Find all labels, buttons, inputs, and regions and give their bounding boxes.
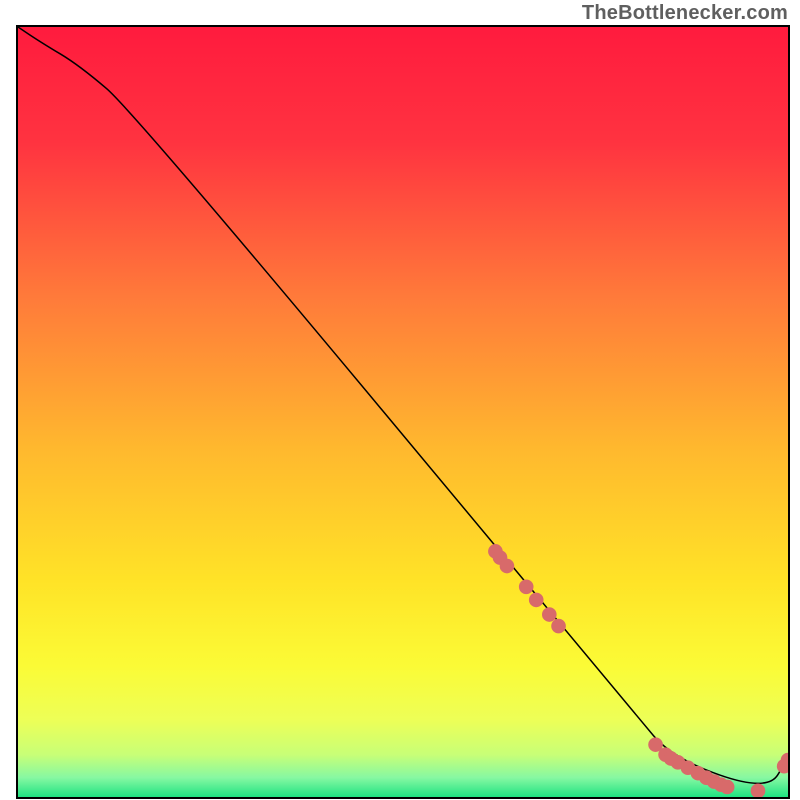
gradient-rect <box>18 27 788 797</box>
data-point <box>500 559 515 574</box>
data-point <box>529 593 544 608</box>
data-point <box>551 619 566 634</box>
data-point <box>519 579 534 594</box>
plot-area <box>16 25 790 799</box>
data-point <box>542 607 557 622</box>
watermark-text: TheBottlenecker.com <box>582 2 788 25</box>
data-point <box>720 780 735 795</box>
chart-svg <box>18 27 788 797</box>
chart-container: { "watermark": "TheBottlenecker.com", "c… <box>0 0 800 800</box>
